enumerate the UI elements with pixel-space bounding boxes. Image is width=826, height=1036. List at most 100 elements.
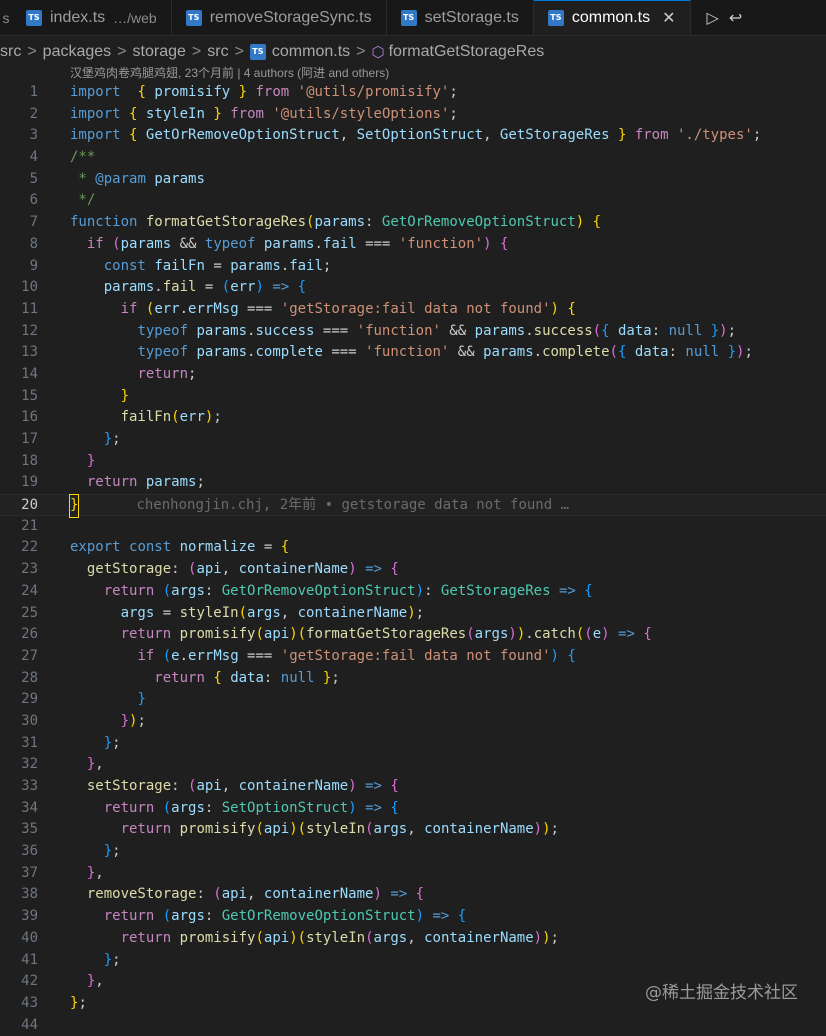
- breadcrumb-item-packages[interactable]: packages: [43, 43, 112, 61]
- code-token: ;: [188, 365, 197, 382]
- breadcrumb-item-src-2[interactable]: src: [207, 43, 228, 61]
- code-line[interactable]: 32 },: [0, 754, 826, 776]
- code-token: './types': [676, 127, 753, 144]
- code-token: ): [542, 929, 551, 946]
- tab-3[interactable]: TS common.ts ✕: [533, 0, 691, 35]
- code-line[interactable]: 7 function formatGetStorageRes(params: Ge…: [0, 212, 826, 234]
- tab-1[interactable]: TS removeStorageSync.ts: [172, 0, 387, 35]
- code-token: function: [70, 214, 138, 231]
- code-line[interactable]: 18 }: [0, 451, 826, 473]
- tab-label: removeStorageSync.ts: [209, 8, 372, 26]
- code-editor[interactable]: 1 import { promisify } from '@utils/promi…: [0, 82, 826, 1036]
- code-line[interactable]: 44: [0, 1015, 826, 1036]
- code-line[interactable]: 8 if (params && typeof params.fail === '…: [0, 234, 826, 256]
- code-line[interactable]: 14 return;: [0, 364, 826, 386]
- line-number: 12: [21, 322, 38, 339]
- code-line[interactable]: 13 typeof params.complete === 'function'…: [0, 342, 826, 364]
- code-line[interactable]: 40 return promisify(api)(styleIn(args, c…: [0, 928, 826, 950]
- code-line[interactable]: 17 };: [0, 429, 826, 451]
- code-line[interactable]: 23 getStorage: (api, containerName) => {: [0, 559, 826, 581]
- code-line[interactable]: 3 import { GetOrRemoveOptionStruct, SetOp…: [0, 125, 826, 147]
- code-line[interactable]: 41 };: [0, 950, 826, 972]
- code-line[interactable]: 35 return promisify(api)(styleIn(args, c…: [0, 819, 826, 841]
- line-number: 19: [21, 474, 38, 491]
- code-line[interactable]: 27 if (e.errMsg === 'getStorage:fail dat…: [0, 646, 826, 668]
- code-token: .: [179, 300, 189, 317]
- code-line[interactable]: 39 return (args: GetOrRemoveOptionStruct…: [0, 906, 826, 928]
- code-token: :: [204, 908, 222, 925]
- line-number: 1: [29, 84, 38, 100]
- code-line[interactable]: 19 return params;: [0, 472, 826, 494]
- code-line[interactable]: 38 removeStorage: (api, containerName) =…: [0, 884, 826, 906]
- line-number: 43: [21, 994, 38, 1011]
- code-line[interactable]: 21: [0, 516, 826, 538]
- code-line[interactable]: 11 if (err.errMsg === 'getStorage:fail d…: [0, 299, 826, 321]
- code-token: SetOptionStruct: [356, 127, 484, 144]
- line-number: 17: [21, 431, 38, 447]
- breadcrumb-item-storage[interactable]: storage: [133, 43, 186, 61]
- code-token: import: [70, 105, 121, 122]
- code-line[interactable]: 5 * @param params: [0, 169, 826, 191]
- code-token: args: [171, 582, 205, 599]
- code-text: }: [70, 386, 129, 408]
- line-number: 36: [21, 843, 38, 860]
- code-line[interactable]: 25 args = styleIn(args, containerName);: [0, 603, 826, 625]
- code-line[interactable]: 10 params.fail = (err) => {: [0, 277, 826, 299]
- code-line[interactable]: 28 return { data: null };: [0, 668, 826, 690]
- run-icon[interactable]: ▷: [707, 8, 719, 28]
- code-token: err: [179, 409, 205, 426]
- line-number: 26: [21, 626, 38, 643]
- tab-2[interactable]: TS setStorage.ts: [387, 0, 534, 35]
- code-line[interactable]: 16 failFn(err);: [0, 407, 826, 429]
- code-token: =>: [365, 778, 382, 794]
- code-line[interactable]: 2 import { styleIn } from '@utils/styleOp…: [0, 104, 826, 126]
- code-token: }: [103, 843, 113, 860]
- code-token: return: [154, 669, 205, 686]
- code-token: params: [196, 344, 248, 361]
- code-line[interactable]: 1 import { promisify } from '@utils/promi…: [0, 82, 826, 104]
- code-line[interactable]: 29 }: [0, 689, 826, 711]
- code-line[interactable]: 6 */: [0, 190, 826, 212]
- code-token: (: [297, 626, 307, 643]
- code-text: * @param params: [70, 169, 204, 191]
- code-line[interactable]: 24 return (args: GetOrRemoveOptionStruct…: [0, 581, 826, 603]
- close-icon[interactable]: ✕: [662, 8, 675, 28]
- code-line[interactable]: 31 };: [0, 733, 826, 755]
- code-text: setStorage: (api, containerName) => {: [70, 776, 399, 798]
- code-line[interactable]: 22 export const normalize = {: [0, 537, 826, 559]
- code-line[interactable]: 15 }: [0, 386, 826, 408]
- code-token: =: [154, 604, 180, 621]
- code-line[interactable]: 26 return promisify(api)(formatGetStorag…: [0, 624, 826, 646]
- tab-0[interactable]: TS index.ts …/web: [12, 0, 172, 35]
- code-line[interactable]: 12 typeof params.success === 'function' …: [0, 321, 826, 343]
- code-token: import: [70, 84, 121, 100]
- code-line[interactable]: 4 /**: [0, 147, 826, 169]
- breadcrumb-item-src[interactable]: src: [0, 43, 21, 61]
- code-line[interactable]: 36 };: [0, 841, 826, 863]
- breadcrumb-item-symbol[interactable]: formatGetStorageRes: [389, 43, 545, 61]
- code-line[interactable]: 34 return (args: SetOptionStruct) => {: [0, 798, 826, 820]
- tab-overflow-indicator[interactable]: s: [0, 0, 12, 35]
- go-back-icon[interactable]: ↩: [729, 8, 742, 28]
- code-line[interactable]: 20} chenhongjin.chj, 2年前 • getstorage dat…: [0, 494, 826, 518]
- code-token: normalize: [179, 539, 256, 556]
- breadcrumb-item-file[interactable]: common.ts: [272, 43, 350, 61]
- code-line[interactable]: 30 });: [0, 711, 826, 733]
- code-text: typeof params.success === 'function' && …: [70, 321, 736, 343]
- code-line[interactable]: 37 },: [0, 863, 826, 885]
- codelens-blame[interactable]: 汉堡鸡肉卷鸡腿鸡翅, 23个月前 | 4 authors (阿进 and oth…: [70, 64, 389, 81]
- code-token: return: [103, 799, 155, 816]
- code-token: data: [618, 322, 652, 339]
- code-line[interactable]: 9 const failFn = params.fail;: [0, 256, 826, 278]
- code-text: return (args: GetOrRemoveOptionStruct) =…: [70, 906, 467, 928]
- code-line[interactable]: 33 setStorage: (api, containerName) => {: [0, 776, 826, 798]
